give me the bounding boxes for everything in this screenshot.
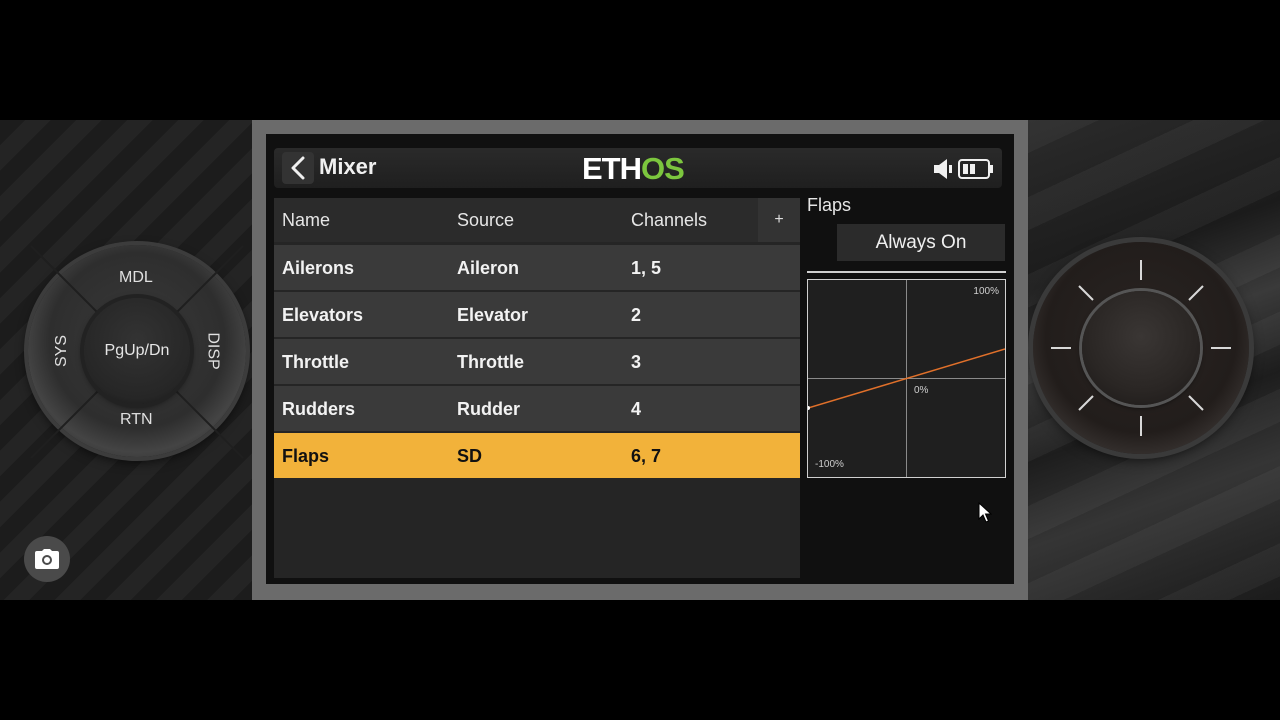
mix-curve-graph: 100% 0% -100% [807,279,1006,478]
camera-icon [35,549,59,569]
row-channels: 6, 7 [631,446,662,466]
row-channels: 4 [631,399,642,419]
ethos-logo: ETHOS [582,151,685,187]
column-header-source: Source [457,210,515,230]
row-name: Flaps [282,446,330,466]
curve-plot [808,280,1005,477]
curve-max-label: 100% [973,286,999,297]
back-button[interactable] [282,152,314,184]
row-name: Rudders [282,399,356,419]
row-source: Rudder [457,399,520,419]
table-row-rudders[interactable]: Rudders Rudder 4 [274,386,800,431]
column-header-name: Name [282,210,331,230]
logo-text-left: ETH [582,151,642,186]
row-channels: 1, 5 [631,258,662,278]
battery-icon [958,159,993,179]
row-name: Ailerons [282,258,355,278]
table-row-throttle[interactable]: Throttle Throttle 3 [274,339,800,384]
table-header: Name Source Channels + [274,198,800,242]
curve-endpoint [808,406,810,410]
row-channels: 3 [631,352,642,372]
disp-button[interactable]: DISP [204,332,222,369]
navigation-dial[interactable]: MDL SYS DISP RTN PgUp/Dn [28,245,246,459]
column-header-channels: Channels [631,210,708,230]
row-source: SD [457,446,483,466]
table-row-ailerons[interactable]: Ailerons Aileron 1, 5 [274,245,800,290]
row-source: Aileron [457,258,520,278]
radio-simulator: MDL SYS DISP RTN PgUp/Dn Mixer ETHOS Nam… [0,120,1280,600]
row-source: Elevator [457,305,529,325]
mixer-table: Name Source Channels + Ailerons Aileron … [274,198,800,578]
screen-bezel: Mixer ETHOS Name Source Channels + Ailer… [252,120,1028,600]
back-icon [291,156,305,180]
page-up-down-button[interactable]: PgUp/Dn [84,298,190,404]
page-title: Mixer [319,154,377,179]
logo-text-right: OS [641,151,685,186]
sys-button[interactable]: SYS [53,335,71,367]
header-bar: Mixer ETHOS [274,148,1002,188]
rtn-button[interactable]: RTN [120,411,153,429]
rotary-encoder[interactable] [1033,242,1249,454]
curve-mid-label: 0% [914,385,929,396]
mouse-pointer-icon [978,502,992,523]
page-up-down-label: PgUp/Dn [104,342,170,359]
status-icons [932,157,994,181]
row-name: Elevators [282,305,364,325]
table-row-flaps[interactable]: Flaps SD 6, 7 [274,433,800,478]
speaker-icon[interactable] [932,157,954,181]
screenshot-button[interactable] [24,536,70,582]
radio-screen: Mixer ETHOS Name Source Channels + Ailer… [266,134,1014,584]
mdl-button[interactable]: MDL [119,269,153,287]
active-condition-button[interactable]: Always On [837,224,1005,261]
selected-mix-title: Flaps [807,195,852,215]
rotary-cap[interactable] [1082,291,1200,405]
row-name: Throttle [282,352,349,372]
row-source: Throttle [457,352,524,372]
curve-min-label: -100% [815,459,844,470]
add-mix-button[interactable]: + [758,198,800,242]
side-panel-divider [807,271,1006,273]
row-channels: 2 [631,305,642,325]
table-row-elevators[interactable]: Elevators Elevator 2 [274,292,800,337]
